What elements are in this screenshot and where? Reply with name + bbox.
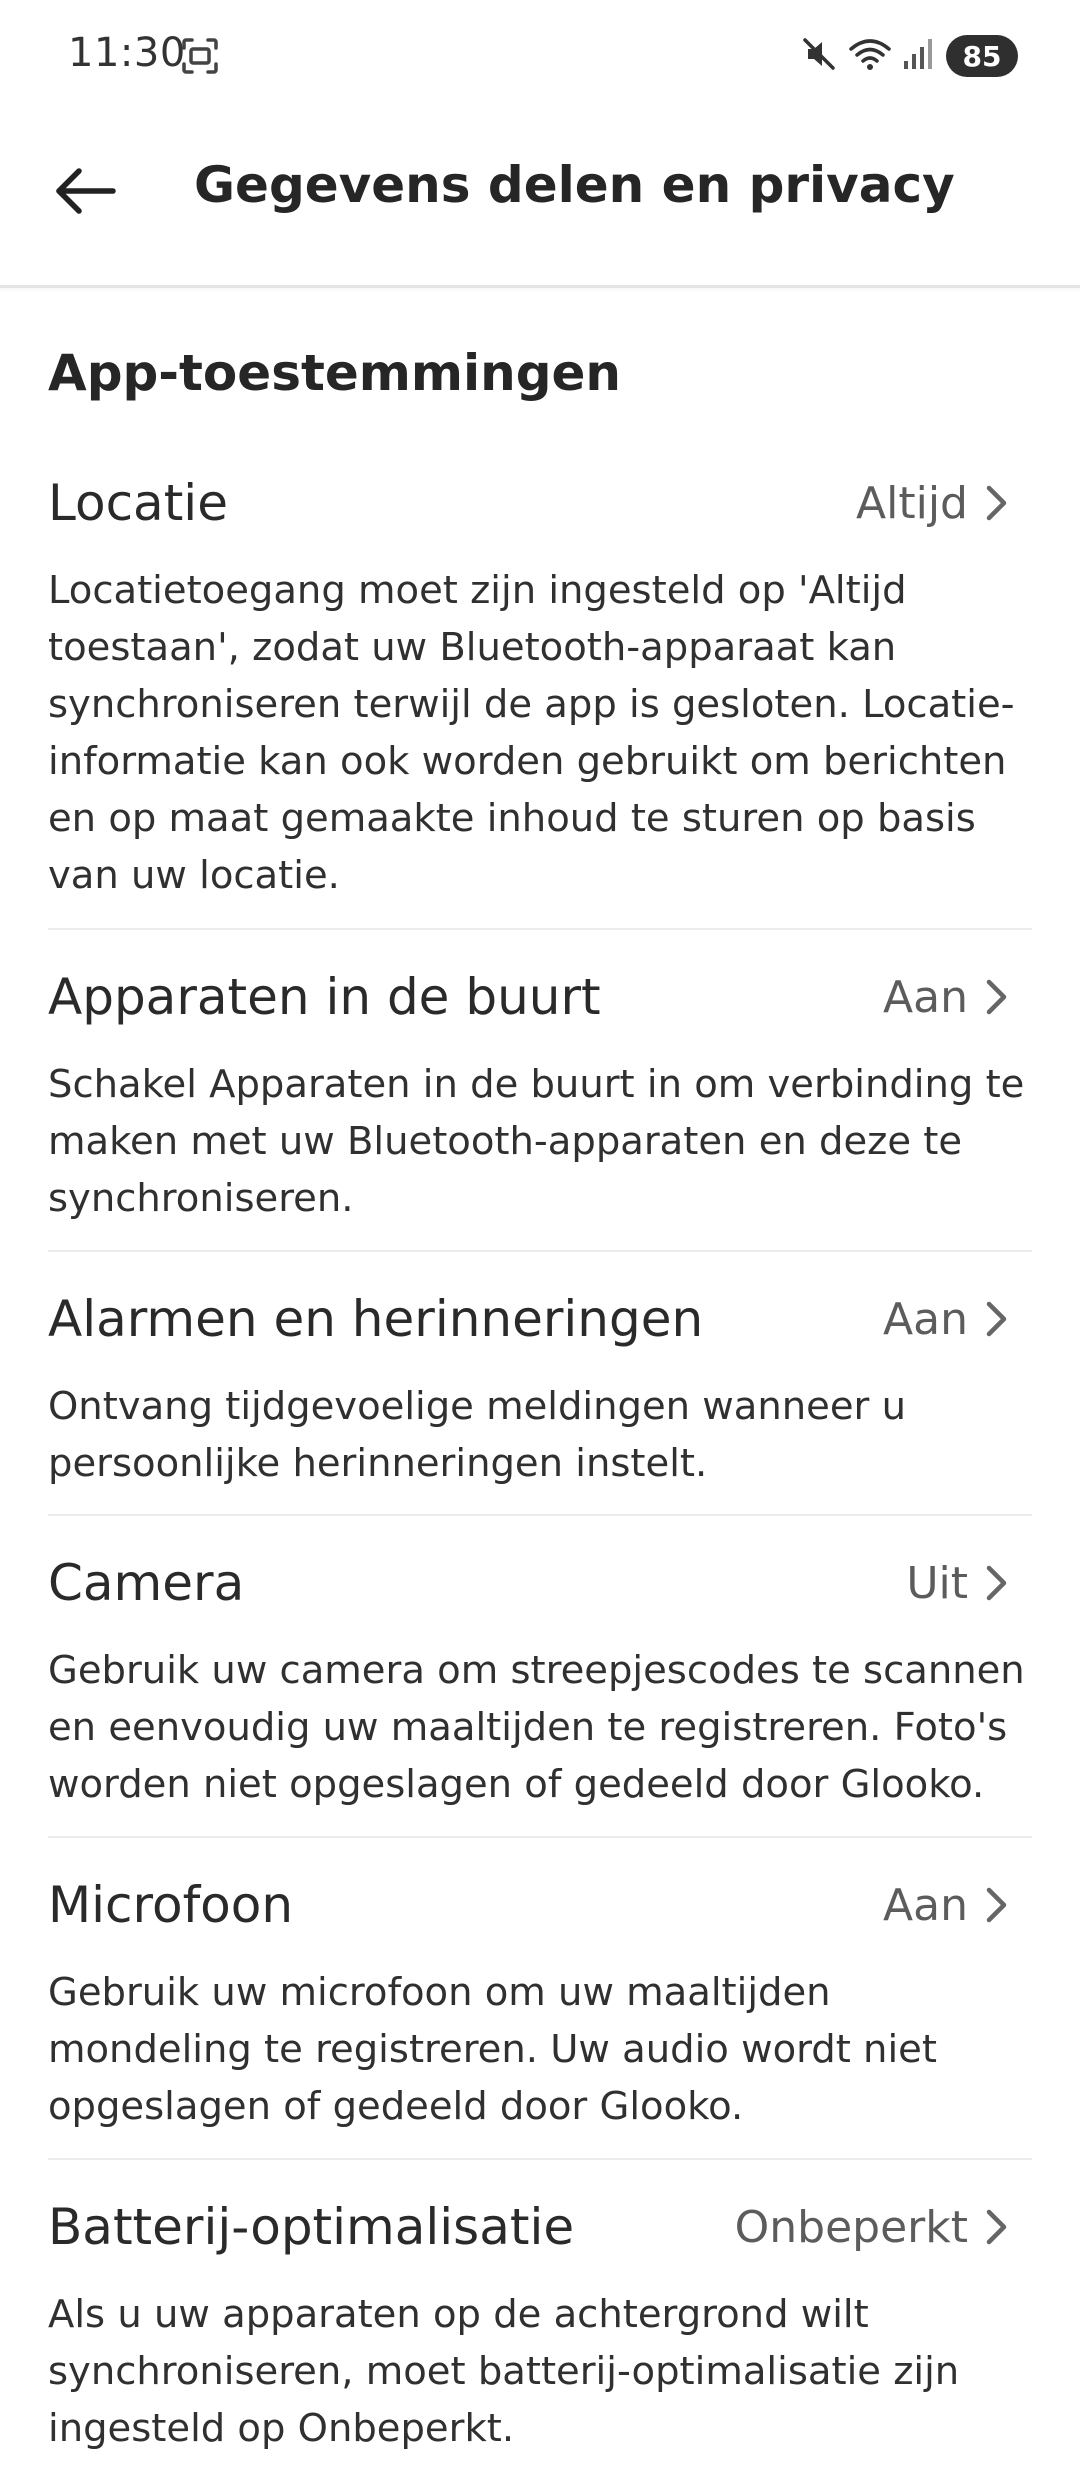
- permission-item-battery-optimization[interactable]: Batterij-optimalisatie Onbeperkt Als u u…: [48, 2182, 1032, 2457]
- permission-value-group: Uit: [906, 1538, 1010, 1628]
- permission-item-camera[interactable]: Camera Uit Gebruik uw camera om streepje…: [48, 1538, 1032, 1813]
- chevron-right-icon: [986, 1887, 1007, 1923]
- permission-label: Microfoon: [48, 1876, 294, 1934]
- permission-label: Camera: [48, 1554, 245, 1612]
- permission-item-location[interactable]: Locatie Altijd Locatietoegang moet zijn …: [48, 458, 1032, 904]
- permission-description: Locatietoegang moet zijn ingesteld op 'A…: [48, 568, 1015, 898]
- permission-value: Aan: [883, 1879, 968, 1931]
- permission-value-group: Aan: [883, 1274, 1010, 1364]
- section-heading: App-toestemmingen: [48, 344, 621, 402]
- permission-description: Ontvang tijdgevoelige meldingen wanneer …: [48, 1384, 906, 1486]
- permission-label: Alarmen en herinneringen: [48, 1290, 704, 1348]
- permission-row[interactable]: Microfoon Aan: [48, 1860, 1032, 1950]
- app-bar: Gegevens delen en privacy: [0, 110, 1080, 288]
- permission-label: Locatie: [48, 474, 228, 532]
- permission-value-group: Onbeperkt: [735, 2182, 1010, 2272]
- screenshot-icon: [180, 36, 220, 76]
- permission-row[interactable]: Batterij-optimalisatie Onbeperkt: [48, 2182, 1032, 2272]
- chevron-right-icon: [986, 979, 1007, 1015]
- battery-indicator: 85: [946, 35, 1018, 77]
- status-bar: 11:30 85: [0, 0, 1080, 110]
- wifi-icon: [848, 35, 892, 77]
- permission-value: Aan: [883, 971, 968, 1023]
- arrow-left-icon: [56, 168, 116, 214]
- divider: [48, 1836, 1032, 1838]
- status-icons: 85: [800, 34, 1018, 78]
- chevron-right-icon: [986, 1301, 1007, 1337]
- back-button[interactable]: [40, 146, 130, 236]
- permission-value-group: Aan: [883, 952, 1010, 1042]
- chevron-right-icon: [986, 485, 1007, 521]
- permission-value-group: Aan: [883, 1860, 1010, 1950]
- permission-row[interactable]: Alarmen en herinneringen Aan: [48, 1274, 1032, 1364]
- permission-row[interactable]: Camera Uit: [48, 1538, 1032, 1628]
- permission-label: Batterij-optimalisatie: [48, 2198, 575, 2256]
- divider: [48, 928, 1032, 930]
- permission-item-nearby-devices[interactable]: Apparaten in de buurt Aan Schakel Appara…: [48, 952, 1032, 1227]
- page-title: Gegevens delen en privacy: [194, 156, 955, 214]
- chevron-right-icon: [986, 2209, 1007, 2245]
- permission-description: Gebruik uw microfoon om uw maaltijden mo…: [48, 1970, 937, 2129]
- permission-row[interactable]: Apparaten in de buurt Aan: [48, 952, 1032, 1042]
- permission-value-group: Altijd: [856, 458, 1010, 548]
- permission-value: Altijd: [856, 477, 968, 529]
- permission-description: Schakel Apparaten in de buurt in om verb…: [48, 1062, 1025, 1221]
- permission-value: Uit: [906, 1557, 968, 1609]
- permission-value: Aan: [883, 1293, 968, 1345]
- status-time: 11:30: [68, 30, 186, 76]
- divider: [48, 2158, 1032, 2160]
- signal-icon: [902, 35, 936, 77]
- permission-value: Onbeperkt: [734, 2201, 968, 2253]
- permission-description: Als u uw apparaten op de achtergrond wil…: [48, 2292, 960, 2451]
- divider: [48, 1514, 1032, 1516]
- permission-item-alarms[interactable]: Alarmen en herinneringen Aan Ontvang tij…: [48, 1274, 1032, 1492]
- permission-label: Apparaten in de buurt: [48, 968, 601, 1026]
- divider: [48, 1250, 1032, 1252]
- permission-description: Gebruik uw camera om streepjescodes te s…: [48, 1648, 1025, 1807]
- chevron-right-icon: [986, 1565, 1007, 1601]
- permission-item-microphone[interactable]: Microfoon Aan Gebruik uw microfoon om uw…: [48, 1860, 1032, 2135]
- permission-row[interactable]: Locatie Altijd: [48, 458, 1032, 548]
- mute-icon: [800, 35, 838, 77]
